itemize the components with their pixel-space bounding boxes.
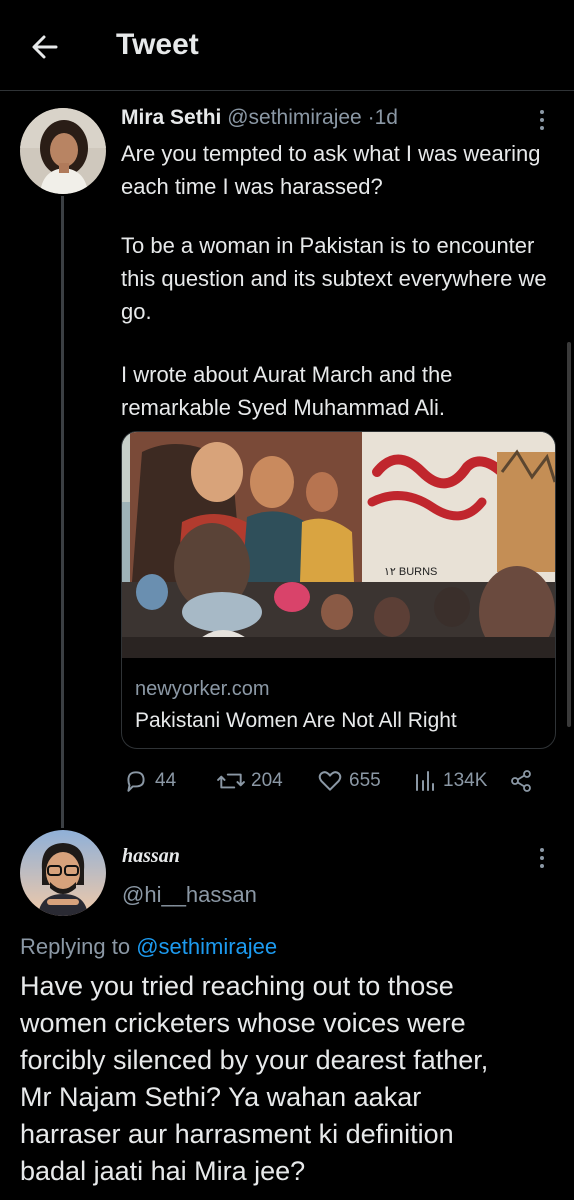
reply-text-line: Mr Najam Sethi? Ya wahan aakar — [20, 1082, 422, 1112]
avatar-illustration — [20, 830, 106, 916]
tweet-paragraph: I wrote about Aurat March and the remark… — [121, 362, 453, 420]
article-image: ۱۲ BURNS — [122, 432, 555, 658]
tweet-time[interactable]: 1d — [375, 106, 398, 129]
reply-text-line: badal jaati hai Mira jee? — [20, 1156, 306, 1186]
card-title[interactable]: Pakistani Women Are Not All Right — [135, 709, 457, 733]
replying-prefix: Replying to — [20, 934, 137, 959]
separator-dot: · — [367, 106, 375, 129]
author-name[interactable]: Mira Sethi — [121, 106, 221, 129]
retweet-count: 204 — [251, 770, 283, 791]
back-arrow-icon[interactable] — [28, 30, 62, 64]
page-title: Tweet — [116, 28, 199, 61]
scrollbar[interactable] — [567, 342, 571, 727]
card-domain: newyorker.com — [135, 678, 270, 700]
tweet-actions: 44 204 655 134K — [121, 764, 561, 798]
reply-text-line: Have you tried reaching out to those — [20, 971, 454, 1001]
reply-text: Have you tried reaching out to those wom… — [20, 968, 560, 1190]
reply-text-line: forcibly silenced by your dearest father… — [20, 1045, 489, 1075]
avatar-photo — [20, 108, 106, 194]
replying-to-link[interactable]: @sethimirajee — [136, 934, 277, 959]
top-bar: Tweet — [0, 0, 574, 91]
tweet-paragraph: To be a woman in Pakistan is to encounte… — [121, 233, 547, 324]
reply-count: 44 — [155, 770, 177, 791]
views-count: 134K — [443, 770, 488, 791]
views-button[interactable]: 134K — [413, 764, 487, 798]
reply-author-name[interactable]: hassan — [122, 845, 180, 868]
more-icon[interactable] — [538, 110, 546, 132]
reply-author-handle[interactable]: @hi__hassan — [122, 882, 257, 908]
like-icon — [318, 771, 342, 791]
reply-text-line: harraser aur harrasment ki definition — [20, 1119, 454, 1149]
like-count: 655 — [349, 770, 381, 791]
tweet-author-line: Mira Sethi @sethimirajee ·1d — [121, 106, 398, 130]
avatar[interactable] — [20, 108, 106, 194]
thread-connector-line — [61, 196, 64, 828]
views-icon — [416, 771, 434, 791]
reply-icon — [127, 771, 145, 792]
author-handle[interactable]: @sethimirajee — [227, 106, 362, 129]
reply-button[interactable]: 44 — [123, 764, 176, 798]
like-button[interactable]: 655 — [317, 764, 381, 798]
retweet-button[interactable]: 204 — [217, 764, 283, 798]
share-button[interactable] — [509, 764, 533, 798]
image-caption: ۱۲ BURNS — [384, 566, 437, 578]
replying-to-line: Replying to @sethimirajee — [20, 934, 277, 960]
share-icon — [511, 770, 531, 792]
more-icon[interactable] — [538, 848, 546, 870]
link-preview-card[interactable]: ۱۲ BURNS newyorker.com Pakistani Women A… — [121, 431, 556, 749]
tweet-paragraph: Are you tempted to ask what I was wearin… — [121, 141, 541, 199]
reply-text-line: women cricketers whose voices were — [20, 1008, 466, 1038]
retweet-icon — [217, 773, 245, 789]
reply-avatar[interactable] — [20, 830, 106, 916]
